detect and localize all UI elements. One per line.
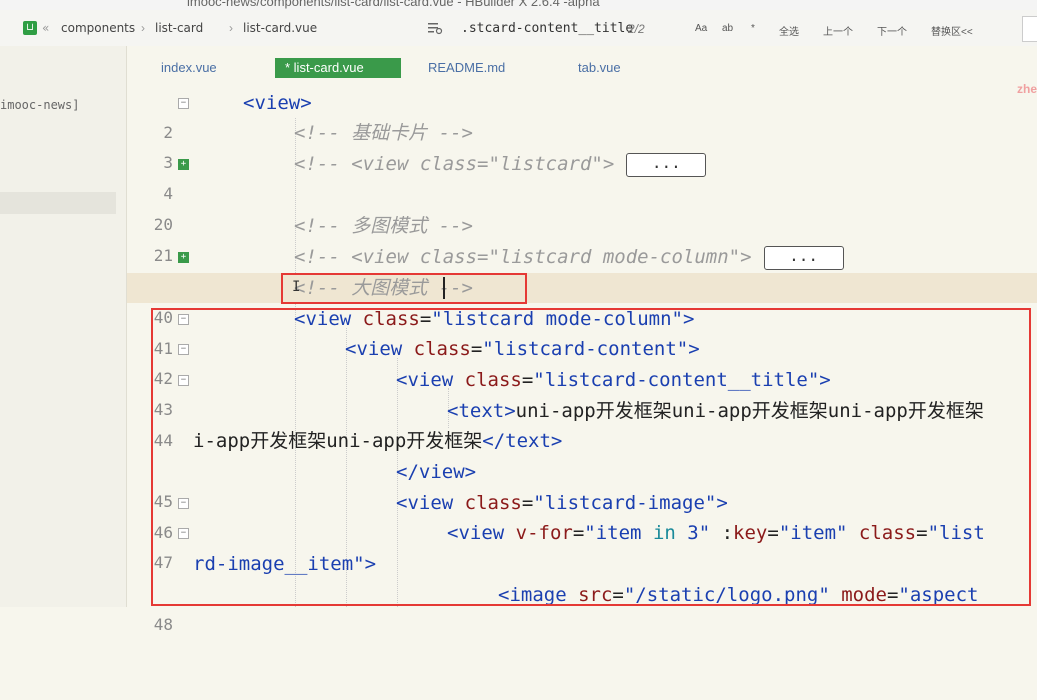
find-match-count: 2/2 (628, 22, 645, 36)
whole-word-button[interactable]: ab (722, 23, 733, 34)
select-all-button[interactable]: 全选 (779, 23, 799, 38)
replace-input[interactable] (1022, 16, 1037, 42)
next-match-button[interactable]: 下一个 (877, 23, 907, 38)
toggle-replace-button[interactable]: 替换区<< (931, 23, 973, 38)
project-sidebar: imooc-news] (0, 46, 127, 607)
fold-open-icon[interactable]: − (178, 98, 189, 109)
code-line[interactable]: 4 + <!-- <view class="listcard">... (127, 149, 1037, 203)
code-comment: <!-- <view class="listcard"> (294, 153, 615, 175)
annotation-box-code-block (151, 308, 1031, 606)
code-comment: <!-- <view class="listcard mode-column"> (294, 246, 752, 268)
breadcrumb-separator: › (229, 21, 233, 35)
breadcrumb-separator: › (141, 21, 145, 35)
find-options-icon[interactable] (427, 21, 443, 35)
previous-match-button[interactable]: 上一个 (823, 23, 853, 38)
fold-closed-icon[interactable]: + (178, 159, 189, 170)
find-input[interactable]: .stcard-content__title (461, 21, 633, 36)
collapsed-region-button[interactable]: ... (763, 245, 844, 270)
code-line-current[interactable]: 40 <!-- 大图模式 --> (127, 273, 1037, 327)
code-comment: <!-- 多图模式 --> (294, 215, 473, 237)
editor-tabs: index.vue * list-card.vue README.md tab.… (127, 46, 1037, 96)
code-token: <view> (243, 92, 312, 114)
window-title: imooc-news/components/list-card/list-car… (187, 0, 600, 9)
code-line[interactable]: 21 <!-- 多图模式 --> (127, 211, 1037, 265)
code-comment: <!-- 基础卡片 --> (294, 122, 473, 144)
breadcrumb-components[interactable]: components (61, 21, 135, 35)
project-label[interactable]: imooc-news] (0, 98, 79, 112)
collapsed-region-button[interactable]: ... (626, 152, 707, 177)
tab-tab-vue[interactable]: tab.vue (568, 58, 631, 78)
nav-back-icon[interactable]: « (42, 21, 49, 35)
tab-list-card-vue[interactable]: * list-card.vue (275, 58, 401, 78)
code-line[interactable]: 2 − <view> (127, 88, 1037, 142)
find-bar[interactable]: .stcard-content__title 2/2 (421, 17, 691, 41)
breadcrumb-list-card[interactable]: list-card (155, 21, 203, 35)
match-case-button[interactable]: Aa (695, 23, 707, 34)
tab-readme-md[interactable]: README.md (418, 58, 515, 78)
tab-index-vue[interactable]: index.vue (151, 58, 227, 78)
toolbar: ⊔ « components › list-card › list-card.v… (0, 10, 1037, 47)
code-line[interactable]: 20 (127, 180, 1037, 234)
window-title-bar: imooc-news/components/list-card/list-car… (0, 0, 1037, 10)
code-line[interactable]: 3 <!-- 基础卡片 --> (127, 118, 1037, 172)
hbuilder-icon[interactable]: ⊔ (23, 21, 37, 35)
regex-button[interactable]: * (751, 23, 755, 34)
annotation-box-comment (281, 273, 527, 304)
line-number: 48 (153, 615, 173, 634)
breadcrumb-list-card-vue[interactable]: list-card.vue (243, 21, 317, 35)
code-line[interactable]: 22 + <!-- <view class="listcard mode-col… (127, 242, 1037, 296)
fold-closed-icon[interactable]: + (178, 252, 189, 263)
sidebar-selected-item[interactable] (0, 192, 116, 214)
